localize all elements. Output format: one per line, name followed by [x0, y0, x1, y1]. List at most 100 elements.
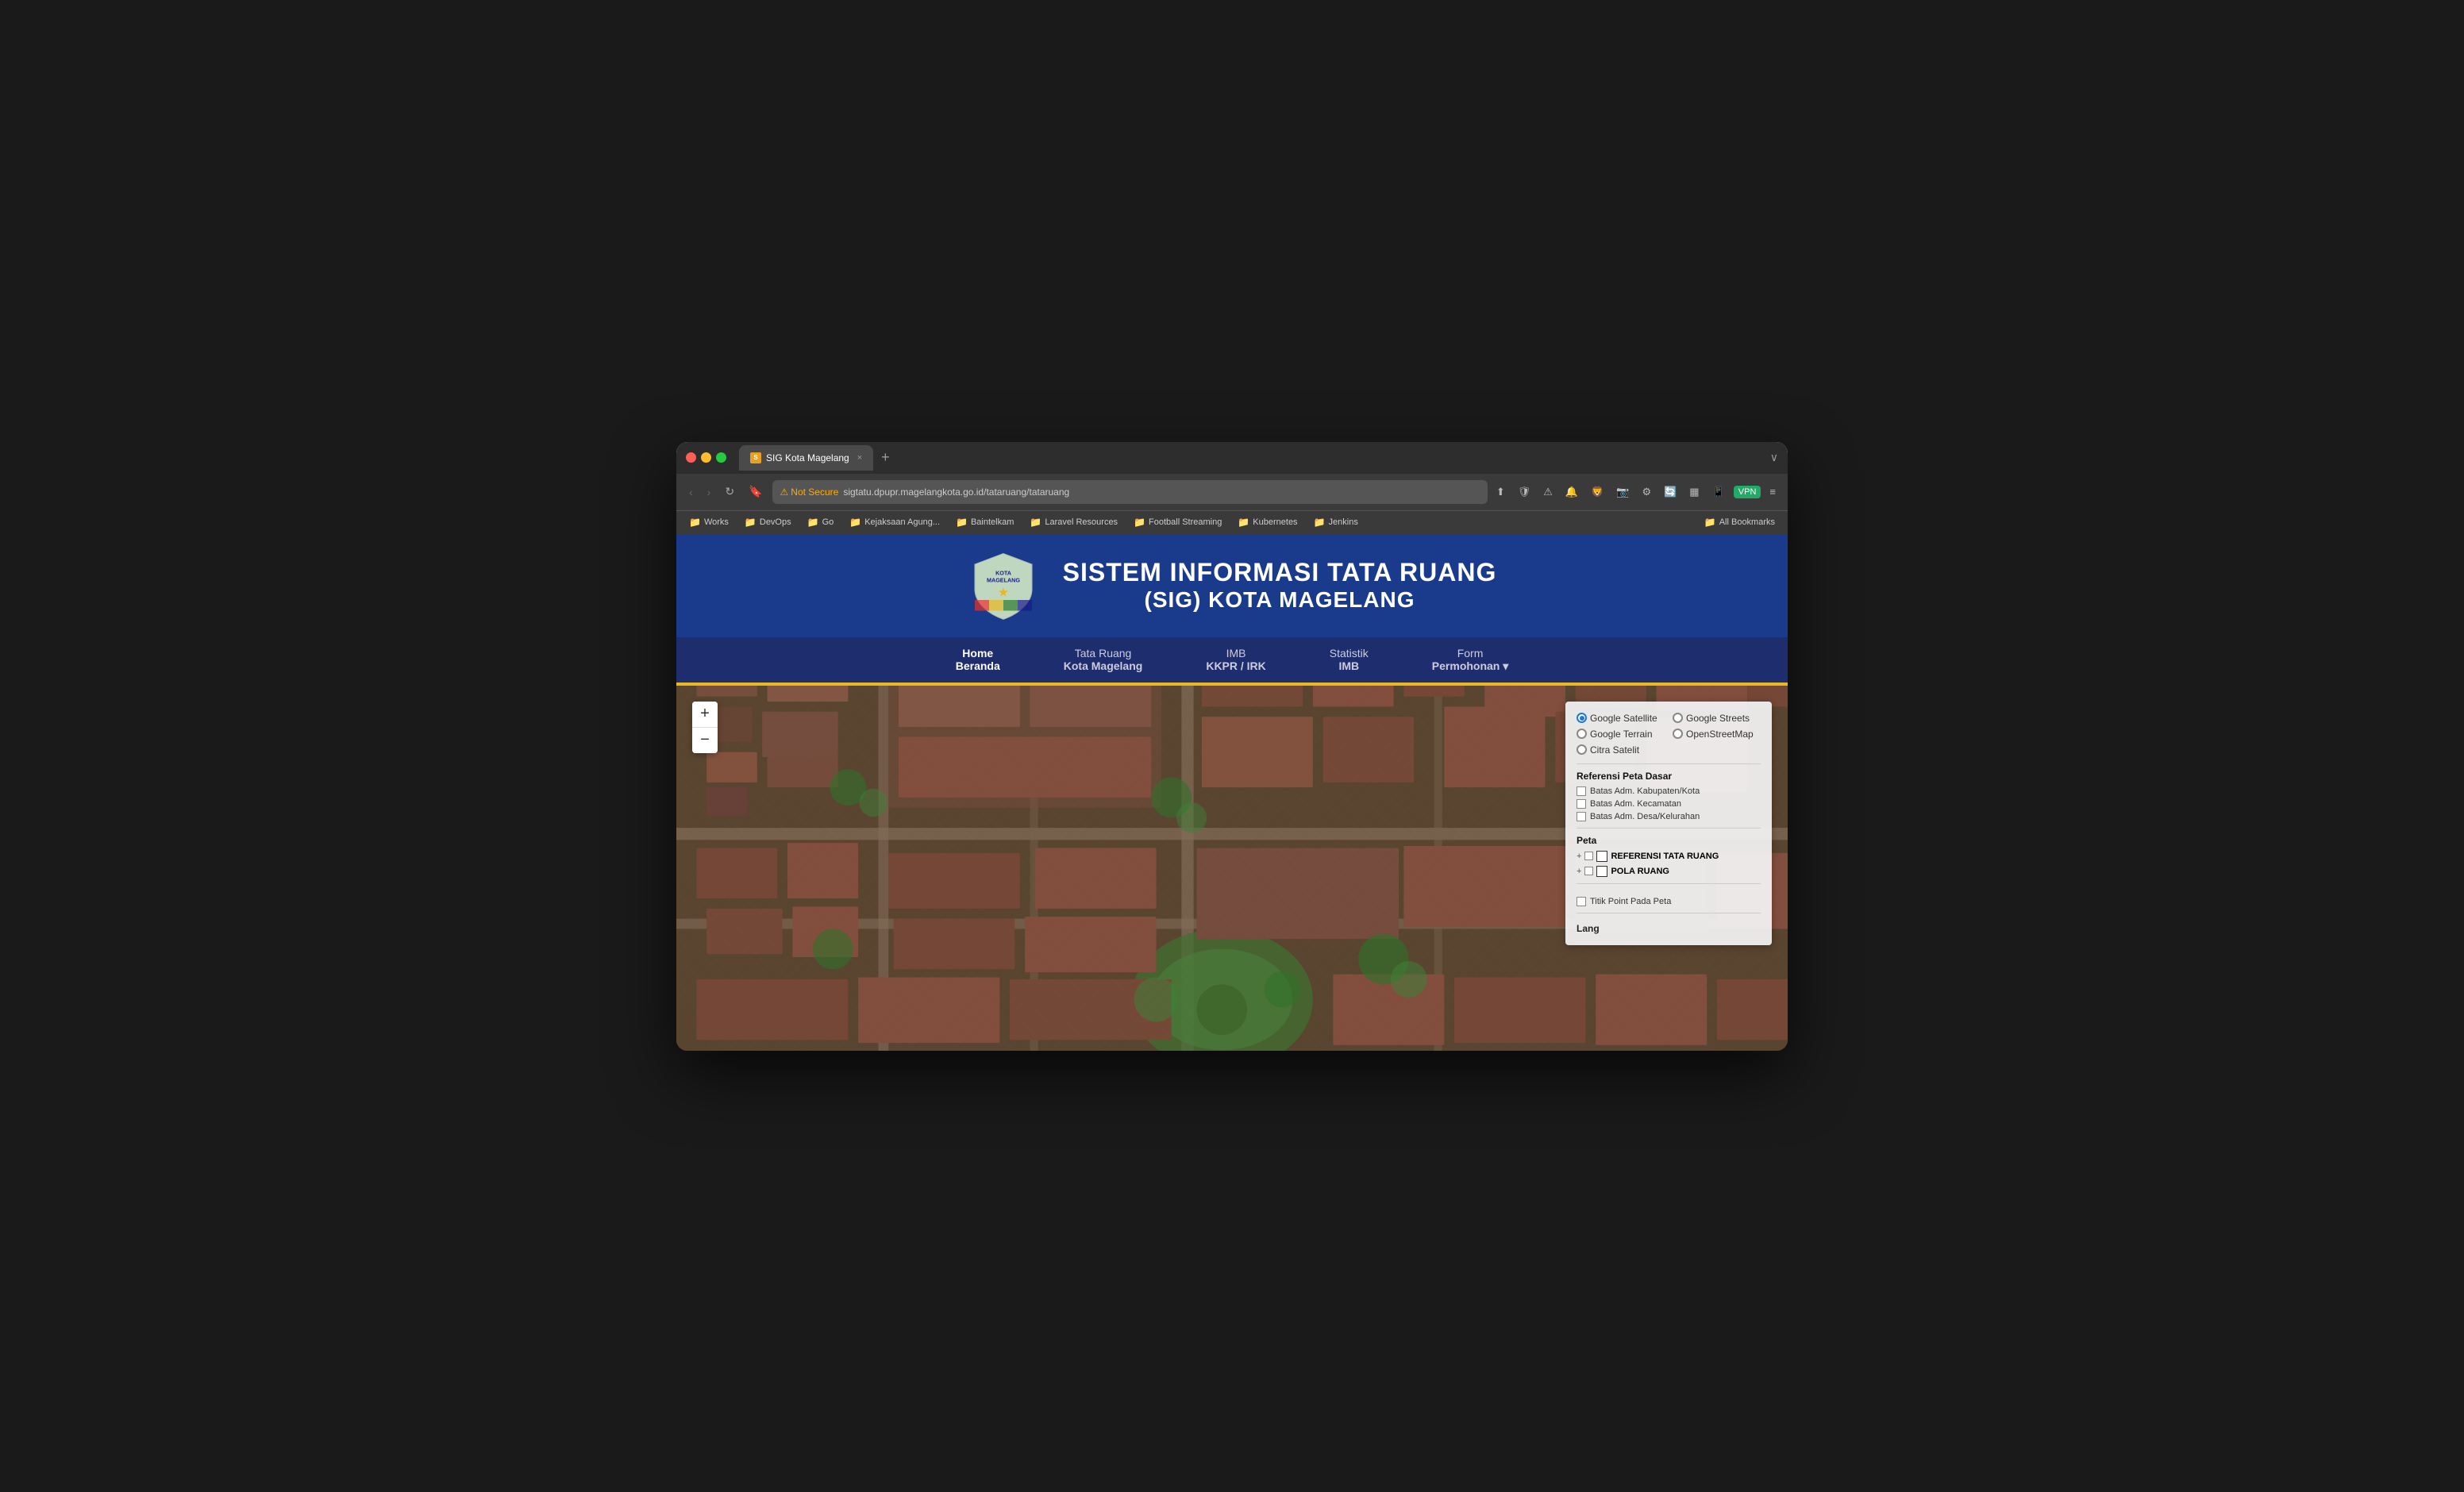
zoom-in-button[interactable]: + [692, 702, 718, 727]
brave-shield-icon: 🛡 [1514, 483, 1535, 501]
new-tab-button[interactable]: + [876, 449, 895, 466]
folder-icon: 📁 [745, 517, 757, 528]
radio-google-satellite[interactable]: Google Satellite [1577, 713, 1665, 724]
bookmark-baintelkam[interactable]: 📁 Baintelkam [951, 515, 1018, 529]
brave-alert-icon: ⚠ [1539, 483, 1557, 501]
map-panel: Google Satellite Google Streets Google T… [1565, 702, 1772, 945]
window-expand-button[interactable]: ∨ [1770, 451, 1778, 464]
site-title-line1: SISTEM INFORMASI TATA RUANG [1063, 558, 1497, 587]
checkbox-desa[interactable]: Batas Adm. Desa/Kelurahan [1577, 812, 1761, 821]
bookmark-laravel[interactable]: 📁 Laravel Resources [1025, 515, 1122, 529]
close-window-button[interactable] [686, 452, 696, 463]
bookmark-football[interactable]: 📁 Football Streaming [1129, 515, 1226, 529]
bookmark-kejaksaan[interactable]: 📁 Kejaksaan Agung... [845, 515, 945, 529]
bookmark-kubernetes[interactable]: 📁 Kubernetes [1233, 515, 1302, 529]
radio-google-terrain[interactable]: Google Terrain [1577, 729, 1665, 740]
sidebar-icon[interactable]: ▦ [1685, 483, 1703, 501]
notification-icon[interactable]: 🔔 [1561, 483, 1582, 501]
radio-citra-satelit[interactable]: Citra Satelit [1577, 744, 1761, 756]
titik-point-section: Titik Point Pada Peta [1577, 890, 1761, 906]
all-bookmarks-button[interactable]: 📁 All Bookmarks [1700, 515, 1780, 529]
browser-window: S SIG Kota Magelang × + ∨ ‹ › ↻ 🔖 ⚠ Not … [676, 442, 1788, 1051]
peta-expand-referensi[interactable]: + [1577, 852, 1581, 861]
radio-google-streets[interactable]: Google Streets [1673, 713, 1761, 724]
peta-item-referensi[interactable]: + REFERENSI TATA RUANG [1577, 851, 1761, 862]
peta-expand-pola[interactable]: + [1577, 867, 1581, 876]
camera-icon[interactable]: 📷 [1612, 483, 1633, 501]
bookmark-devops[interactable]: 📁 DevOps [740, 515, 796, 529]
address-bar[interactable]: ⚠ Not Secure sigtatu.dpupr.magelangkota.… [772, 480, 1488, 504]
titik-checkbox[interactable] [1577, 897, 1586, 906]
panel-divider-2 [1577, 828, 1761, 829]
svg-text:KOTA: KOTA [995, 569, 1011, 576]
layer-radio-group: Google Satellite Google Streets Google T… [1577, 713, 1761, 756]
nav-form-permohonan[interactable]: Form Permohonan ▾ [1416, 637, 1524, 683]
folder-icon: 📁 [1030, 517, 1041, 528]
svg-text:★: ★ [997, 585, 1009, 599]
navbar: ‹ › ↻ 🔖 ⚠ Not Secure sigtatu.dpupr.magel… [676, 474, 1788, 510]
back-button[interactable]: ‹ [684, 483, 698, 502]
settings-icon[interactable]: ⚙ [1638, 483, 1655, 501]
radio-openstreetmap[interactable]: OpenStreetMap [1673, 729, 1761, 740]
peta-item-pola[interactable]: + POLA RUANG [1577, 866, 1761, 877]
not-secure-indicator: ⚠ Not Secure [780, 486, 839, 498]
tablet-icon[interactable]: 📱 [1708, 483, 1729, 501]
vpn-badge[interactable]: VPN [1734, 486, 1761, 498]
bookmark-go[interactable]: 📁 Go [803, 515, 839, 529]
peta-checkbox-referensi[interactable] [1584, 852, 1593, 860]
radio-openstreetmap-indicator [1673, 729, 1683, 739]
panel-divider-1 [1577, 763, 1761, 764]
tab-title: SIG Kota Magelang [766, 452, 849, 463]
site-title-block: SISTEM INFORMASI TATA RUANG (SIG) KOTA M… [1063, 558, 1497, 613]
peta-section: Peta + REFERENSI TATA RUANG + POLA RUANG [1577, 835, 1761, 877]
checkbox-kabupaten[interactable]: Batas Adm. Kabupaten/Kota [1577, 786, 1761, 796]
bookmark-works[interactable]: 📁 Works [684, 515, 733, 529]
site-title-line2: (SIG) KOTA MAGELANG [1063, 587, 1497, 613]
reload-button[interactable]: ↻ [720, 482, 739, 502]
minimize-window-button[interactable] [701, 452, 711, 463]
tab-close-button[interactable]: × [857, 453, 862, 463]
bookmarks-button[interactable]: 🔖 [744, 482, 767, 502]
checkbox-kecamatan-box[interactable] [1577, 799, 1586, 809]
peta-title: Peta [1577, 835, 1761, 846]
folder-icon: 📁 [956, 517, 968, 528]
referensi-peta-title: Referensi Peta Dasar [1577, 771, 1761, 782]
active-tab[interactable]: S SIG Kota Magelang × [739, 445, 873, 471]
peta-label-pola: POLA RUANG [1611, 867, 1669, 876]
folder-icon: 📁 [1238, 517, 1249, 528]
site-nav: Home Beranda Tata Ruang Kota Magelang IM… [676, 637, 1788, 686]
url-display: sigtatu.dpupr.magelangkota.go.id/tatarua… [843, 486, 1069, 498]
folder-icon: 📁 [807, 517, 819, 528]
checkbox-kecamatan[interactable]: Batas Adm. Kecamatan [1577, 799, 1761, 809]
svg-text:MAGELANG: MAGELANG [987, 576, 1020, 583]
bookmarks-bar: 📁 Works 📁 DevOps 📁 Go 📁 Kejaksaan Agung.… [676, 510, 1788, 534]
folder-icon: 📁 [1704, 517, 1716, 528]
peta-color-pola [1596, 866, 1607, 877]
checkbox-kabupaten-box[interactable] [1577, 786, 1586, 796]
peta-checkbox-pola[interactable] [1584, 867, 1593, 875]
radio-google-terrain-indicator [1577, 729, 1587, 739]
checkbox-desa-box[interactable] [1577, 812, 1586, 821]
maximize-window-button[interactable] [716, 452, 726, 463]
site-logo: KOTA MAGELANG ★ [968, 550, 1039, 621]
nav-tata-ruang[interactable]: Tata Ruang Kota Magelang [1048, 637, 1159, 683]
lang-label: Lang [1577, 923, 1600, 934]
share-button[interactable]: ⬆ [1492, 483, 1509, 501]
nav-imb[interactable]: IMB KKPR / IRK [1190, 637, 1281, 683]
folder-icon: 📁 [849, 517, 861, 528]
titik-checkbox-row[interactable]: Titik Point Pada Peta [1577, 897, 1761, 906]
folder-icon: 📁 [1134, 517, 1145, 528]
peta-label-referensi: REFERENSI TATA RUANG [1611, 852, 1719, 861]
zoom-out-button[interactable]: − [692, 728, 718, 753]
nav-home[interactable]: Home Beranda [940, 637, 1016, 683]
forward-button[interactable]: › [703, 483, 716, 502]
menu-button[interactable]: ≡ [1765, 483, 1780, 500]
warning-icon: ⚠ [780, 486, 789, 498]
nav-statistik[interactable]: Statistik IMB [1314, 637, 1384, 683]
site-header: KOTA MAGELANG ★ SISTEM INFORMASI TATA RU… [676, 534, 1788, 637]
zoom-controls: + − [692, 702, 718, 753]
bookmark-jenkins[interactable]: 📁 Jenkins [1309, 515, 1363, 529]
sync-icon[interactable]: 🔄 [1660, 483, 1681, 501]
map-section[interactable]: + − Google Satellite Google Streets [676, 686, 1788, 1051]
titlebar: S SIG Kota Magelang × + ∨ [676, 442, 1788, 474]
